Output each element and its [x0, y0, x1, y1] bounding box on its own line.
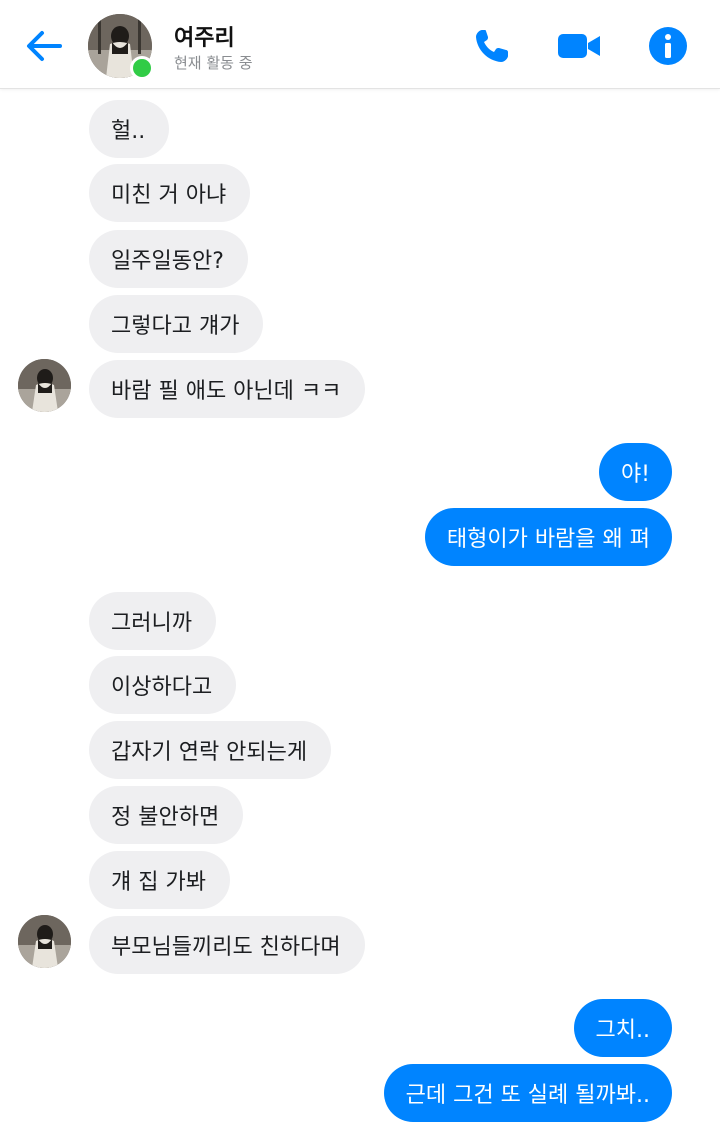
message-bubble-received[interactable]: 걔 집 가봐: [89, 851, 230, 909]
online-status-dot: [130, 56, 154, 80]
sender-avatar[interactable]: [18, 915, 71, 968]
message-bubble-sent[interactable]: 태형이가 바람을 왜 펴: [424, 508, 672, 566]
message-bubble-received[interactable]: 바람 필 애도 아닌데 ㅋㅋ: [89, 360, 366, 418]
message-bubble-sent[interactable]: 그치..: [573, 999, 672, 1057]
message-bubble-received[interactable]: 정 불안하면: [89, 786, 244, 844]
contact-name[interactable]: 여주리: [174, 20, 235, 52]
video-camera-icon[interactable]: [557, 24, 601, 68]
message-bubble-received[interactable]: 부모님들끼리도 친하다며: [89, 916, 365, 974]
message-bubble-received[interactable]: 이상하다고: [89, 656, 237, 714]
message-bubble-received[interactable]: 미친 거 아냐: [89, 164, 251, 222]
phone-icon[interactable]: [470, 24, 514, 68]
message-bubble-received[interactable]: 일주일동안?: [89, 230, 248, 288]
sender-avatar[interactable]: [18, 359, 71, 412]
active-status: 현재 활동 중: [174, 54, 253, 72]
info-icon[interactable]: [646, 24, 690, 68]
message-bubble-sent[interactable]: 야!: [598, 443, 672, 501]
message-bubble-received[interactable]: 갑자기 연락 안되는게: [89, 721, 332, 779]
chat-header: 여주리 현재 활동 중: [0, 0, 720, 89]
contact-avatar[interactable]: [88, 14, 154, 80]
message-bubble-received[interactable]: 그러니까: [89, 592, 216, 650]
back-arrow-icon[interactable]: [22, 24, 66, 68]
message-bubble-received[interactable]: 그렇다고 걔가: [89, 295, 264, 353]
message-bubble-sent[interactable]: 근데 그건 또 실례 될까봐..: [383, 1064, 672, 1122]
message-bubble-received[interactable]: 헐..: [89, 100, 170, 158]
